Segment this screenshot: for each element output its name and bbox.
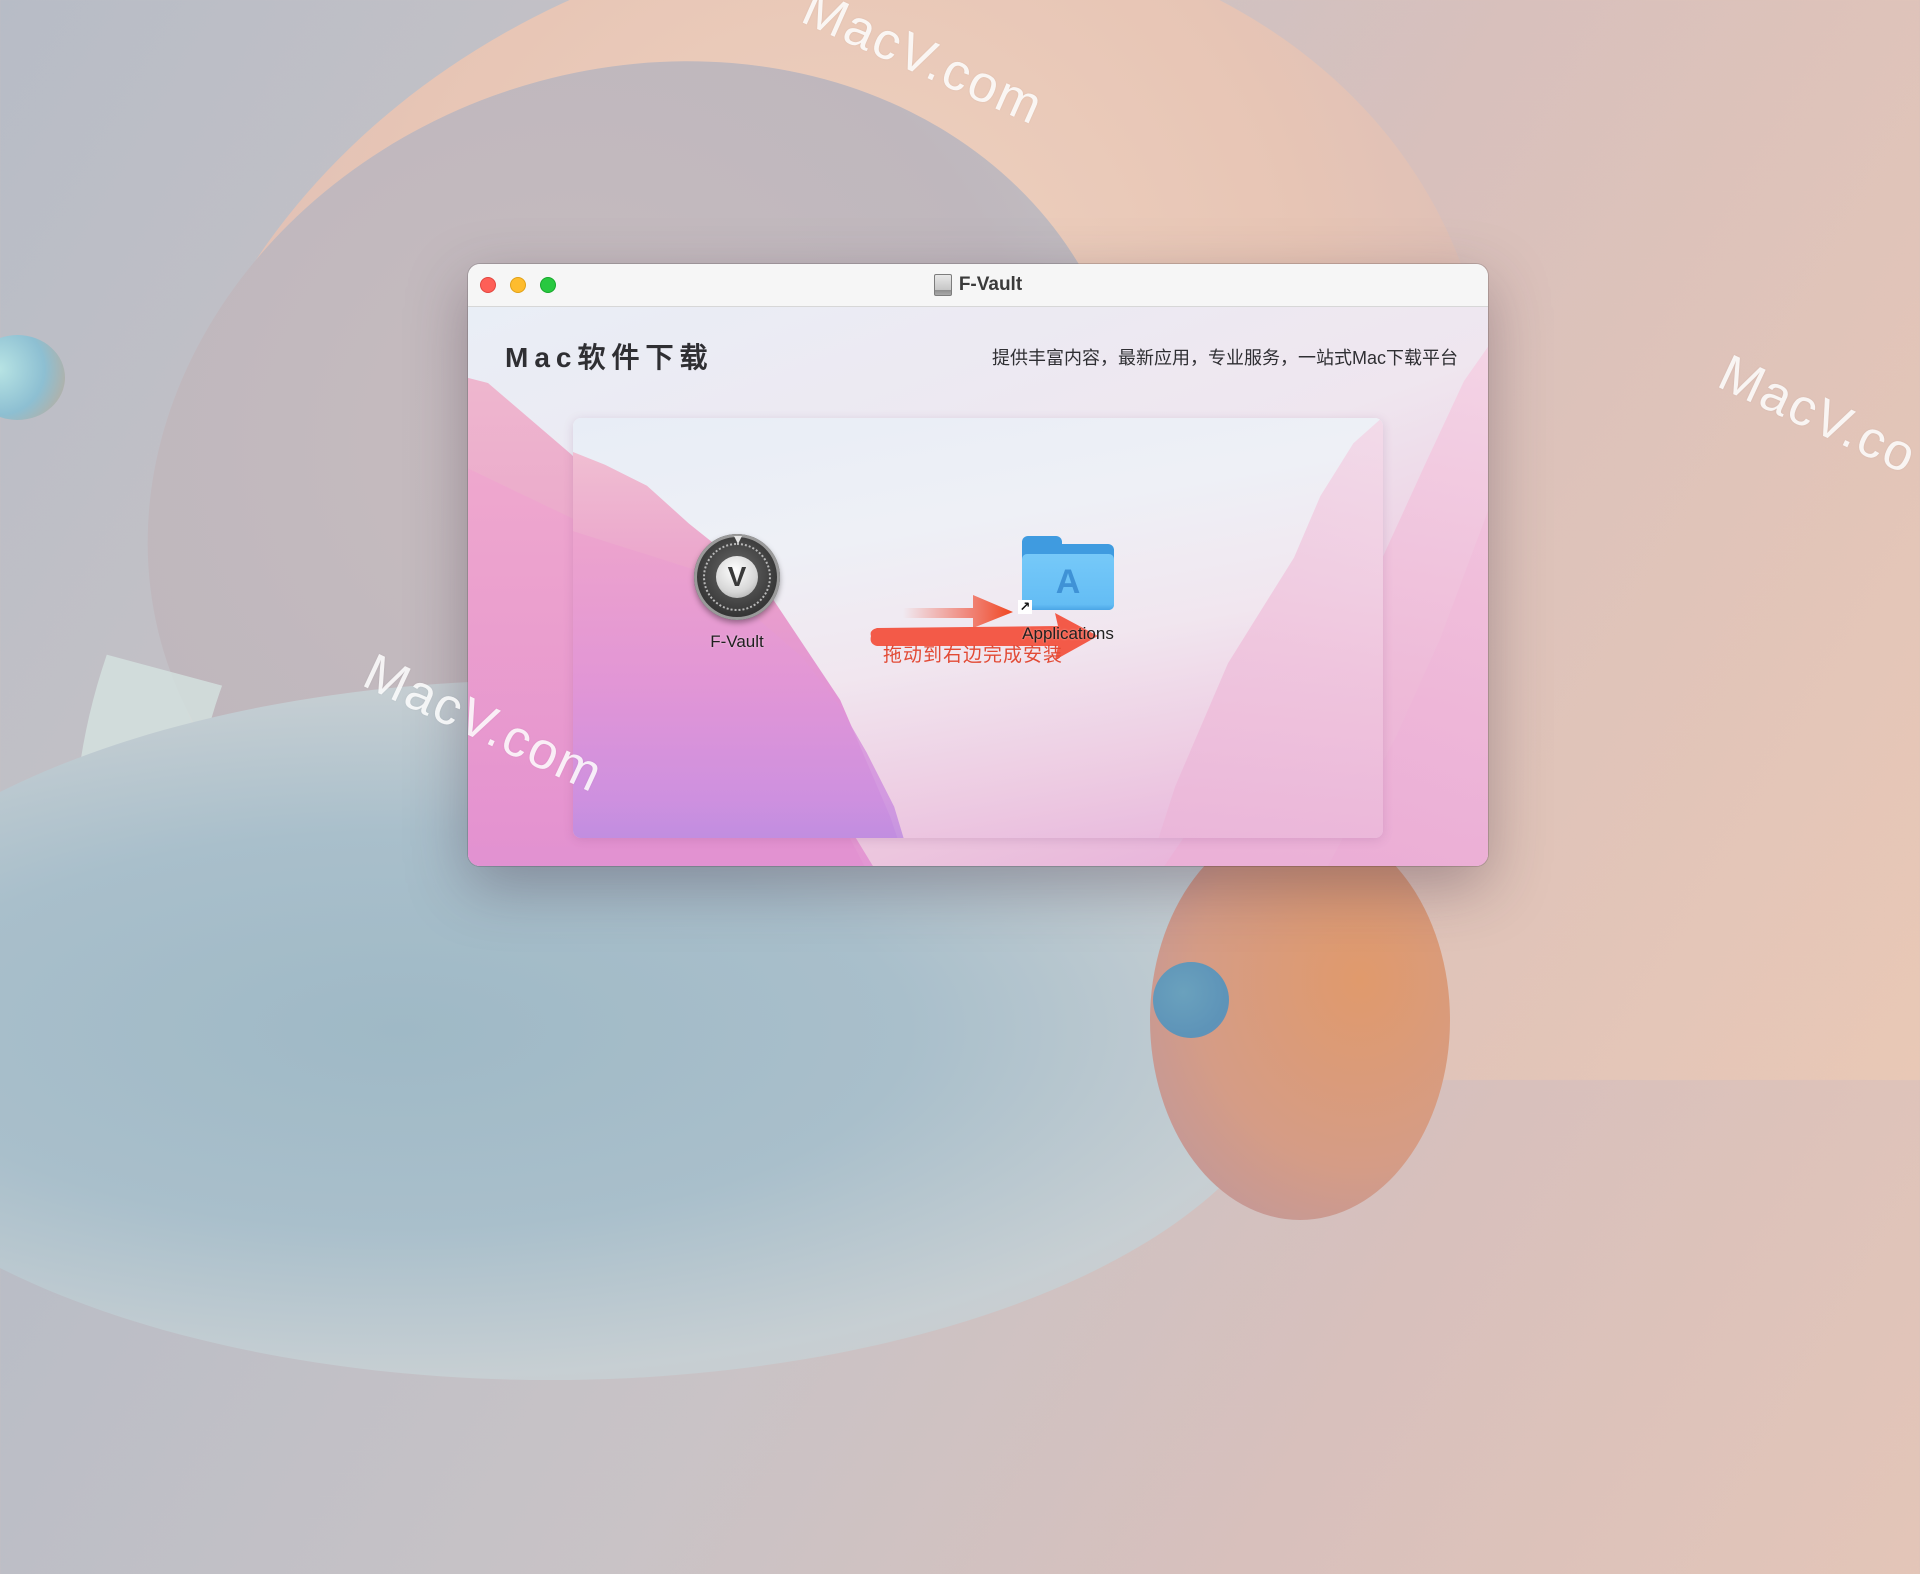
install-panel: V F-Vault 拖动到右边完成安装 A ↗ Applications — [573, 418, 1383, 838]
window-title: F-Vault — [468, 264, 1488, 306]
disk-image-icon — [933, 274, 952, 296]
fvault-app-item[interactable]: V F-Vault — [667, 534, 807, 652]
dmg-window: F-Vault Mac软件下载 提供丰富内容，最新应用，专业服务，一站式Mac下… — [468, 264, 1488, 866]
applications-folder-icon[interactable]: A ↗ — [1018, 536, 1114, 614]
wallpaper-shape — [1150, 820, 1450, 1220]
alias-arrow-icon: ↗ — [1018, 599, 1032, 614]
title-bar[interactable]: F-Vault — [468, 264, 1488, 307]
watermark: MacV.com — [794, 0, 1053, 137]
applications-label[interactable]: Applications — [1022, 624, 1114, 644]
vault-lock-icon[interactable]: V — [694, 534, 780, 620]
vault-dial: V — [716, 556, 758, 598]
wallpaper-sphere — [1153, 962, 1229, 1038]
window-title-text: F-Vault — [958, 274, 1023, 295]
app-store-glyph-icon: A — [1022, 554, 1114, 610]
fvault-label[interactable]: F-Vault — [710, 632, 764, 652]
window-content: Mac软件下载 提供丰富内容，最新应用，专业服务，一站式Mac下载平台 V F-… — [468, 307, 1488, 866]
brand-title: Mac软件下载 — [505, 342, 714, 373]
vault-notch — [734, 536, 742, 544]
tagline: 提供丰富内容，最新应用，专业服务，一站式Mac下载平台 — [991, 348, 1458, 368]
applications-folder-item[interactable]: A ↗ Applications — [998, 536, 1138, 644]
wallpaper-sphere — [0, 335, 65, 420]
watermark: MacV.co — [1710, 343, 1920, 486]
arrow-upper — [903, 595, 1013, 628]
